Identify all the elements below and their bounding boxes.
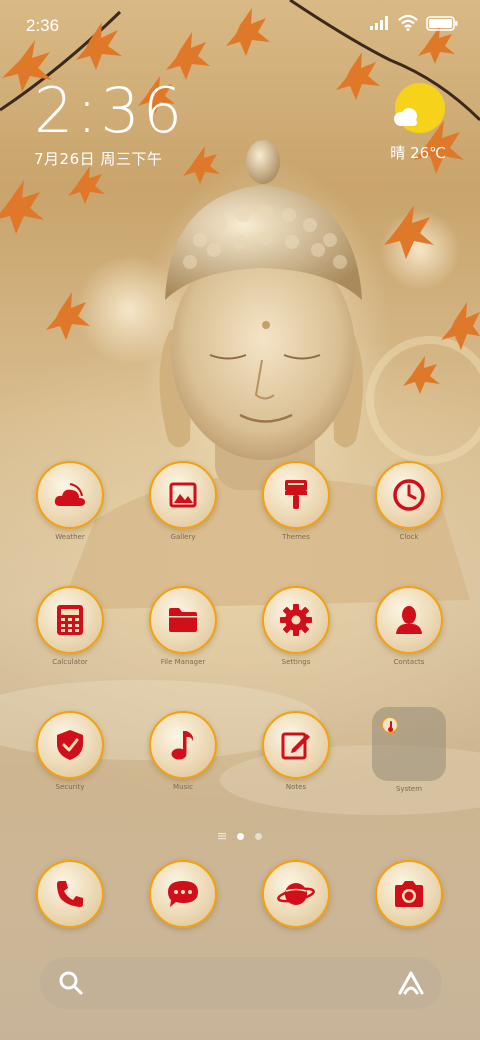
- app-gallery[interactable]: Gallery: [138, 461, 228, 541]
- weather-condition-temp: 晴 26℃: [390, 144, 446, 162]
- weather-widget[interactable]: 晴 26℃: [356, 82, 446, 163]
- thermometer-app-icon: [382, 717, 398, 733]
- dock-messages[interactable]: [138, 860, 228, 928]
- wifi-icon: [398, 15, 418, 31]
- clock-time: 2:36: [34, 74, 186, 147]
- phone-icon: [57, 881, 83, 907]
- app-label: Calculator: [52, 658, 88, 666]
- dock-camera[interactable]: [364, 860, 454, 928]
- status-bar: 2:36: [0, 0, 480, 50]
- app-contacts[interactable]: Contacts: [364, 586, 454, 666]
- themes-icon: [285, 480, 307, 509]
- music-note-icon: [171, 731, 194, 760]
- folder-icon: [169, 608, 197, 632]
- clock-icon: [393, 479, 425, 511]
- assistant-icon[interactable]: [396, 969, 426, 997]
- camera-icon: [395, 881, 423, 907]
- app-file-manager[interactable]: File Manager: [138, 586, 228, 666]
- contact-icon: [396, 606, 422, 634]
- page-dot-active: [237, 832, 244, 840]
- folder-box: [372, 707, 446, 781]
- app-label: System: [395, 785, 423, 793]
- app-music[interactable]: Music: [138, 711, 228, 791]
- app-label: File Manager: [160, 658, 206, 666]
- app-label: Security: [55, 783, 85, 791]
- messages-icon: [168, 881, 198, 907]
- status-icons: [370, 15, 458, 31]
- gear-icon: [280, 604, 312, 636]
- page-dot: [255, 832, 262, 840]
- dock-browser[interactable]: [251, 860, 341, 928]
- app-clock[interactable]: Clock: [364, 461, 454, 541]
- app-security[interactable]: Security: [25, 711, 115, 791]
- dock-phone[interactable]: [25, 860, 115, 928]
- page-indicator[interactable]: [200, 831, 280, 841]
- app-label: Settings: [281, 658, 311, 666]
- app-themes[interactable]: Themes: [251, 461, 341, 541]
- app-label: Themes: [282, 533, 310, 541]
- app-label: Music: [173, 783, 193, 791]
- notes-icon: [281, 732, 310, 760]
- signal-icon: [370, 16, 388, 30]
- app-weather[interactable]: Weather: [25, 461, 115, 541]
- clock-date: 7月26日 周三下午: [34, 150, 163, 168]
- app-notes[interactable]: Notes: [251, 711, 341, 791]
- page-dot-menu: [218, 833, 226, 840]
- search-icon[interactable]: [58, 970, 84, 996]
- app-settings[interactable]: Settings: [251, 586, 341, 666]
- shield-icon: [57, 730, 83, 760]
- weather-icon: [54, 483, 85, 506]
- gallery-icon: [169, 482, 197, 508]
- app-label: Gallery: [170, 533, 196, 541]
- app-label: Notes: [285, 783, 307, 791]
- app-calculator[interactable]: Calculator: [25, 586, 115, 666]
- browser-planet-icon: [277, 883, 315, 905]
- calculator-icon: [57, 605, 83, 635]
- battery-icon: [426, 15, 458, 31]
- app-label: Weather: [55, 533, 85, 541]
- clock-widget[interactable]: 2:36 7月26日 周三下午: [34, 80, 185, 169]
- sunny-cloud-icon: [394, 83, 445, 133]
- folder-system[interactable]: System: [364, 707, 454, 793]
- status-time: 2:36: [26, 16, 60, 35]
- search-bar[interactable]: [40, 957, 442, 1009]
- app-label: Clock: [399, 533, 419, 541]
- app-label: Contacts: [393, 658, 425, 666]
